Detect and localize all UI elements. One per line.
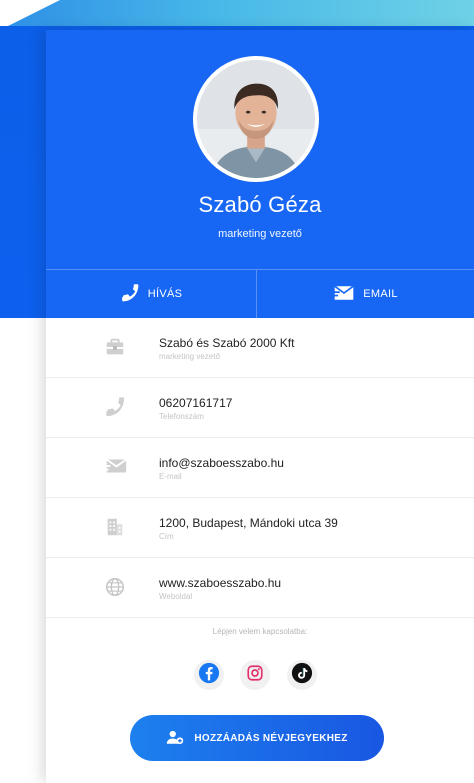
instagram-button[interactable] [240,660,270,690]
email-button[interactable]: EMAIL [257,270,474,318]
contact-row-company: Szabó és Szabó 2000 Kft marketing vezető [46,318,474,378]
email-address: info@szaboesszabo.hu [159,456,284,470]
profile-name: Szabó Géza [198,192,322,217]
globe-icon [104,576,126,598]
profile-photo [197,60,315,178]
address-label: Cím [159,532,174,541]
contact-row-address[interactable]: 1200, Budapest, Mándoki utca 39 Cím [46,498,474,558]
add-user-icon [166,729,184,748]
header-gradient-band [0,0,474,26]
phone-icon [104,396,126,418]
address-text: 1200, Budapest, Mándoki utca 39 [159,516,338,530]
facebook-icon [198,662,220,689]
facebook-button[interactable] [194,660,224,690]
add-to-contacts-button[interactable]: HOZZÁADÁS NÉVJEGYEKHEZ [130,715,384,761]
website-url: www.szaboesszabo.hu [159,576,282,590]
tiktok-icon [291,662,313,689]
call-label: HÍVÁS [147,288,183,300]
profile-role: marketing vezető [218,228,302,240]
contact-row-website[interactable]: www.szaboesszabo.hu Weboldal [46,558,474,618]
mail-icon [104,456,127,478]
briefcase-icon [104,336,126,358]
contact-row-email[interactable]: info@szaboesszabo.hu E-mail [46,438,474,498]
tiktok-button[interactable] [287,660,317,690]
email-field-label: E-mail [159,472,182,481]
social-label: Lépjen velem kapcsolatba: [212,627,308,636]
website-label: Weboldal [159,592,193,601]
phone-label: Telefonszám [159,412,204,421]
mail-send-icon [333,284,355,305]
instagram-icon [246,664,264,687]
company-name: Szabó és Szabó 2000 Kft [159,336,295,350]
contact-list: Szabó és Szabó 2000 Kft marketing vezető… [46,318,474,618]
building-icon [104,516,126,538]
contact-row-phone[interactable]: 06207161717 Telefonszám [46,378,474,438]
call-button[interactable]: HÍVÁS [46,270,256,318]
email-label: EMAIL [363,288,398,300]
company-label: marketing vezető [159,352,220,361]
avatar [193,56,319,182]
phone-icon [120,283,140,306]
card-header: Szabó Géza marketing vezető HÍVÁS EMAIL [46,30,474,318]
phone-number: 06207161717 [159,396,233,410]
add-to-contacts-label: HOZZÁADÁS NÉVJEGYEKHEZ [194,732,348,744]
business-card: Szabó Géza marketing vezető HÍVÁS EMAIL … [46,30,474,783]
